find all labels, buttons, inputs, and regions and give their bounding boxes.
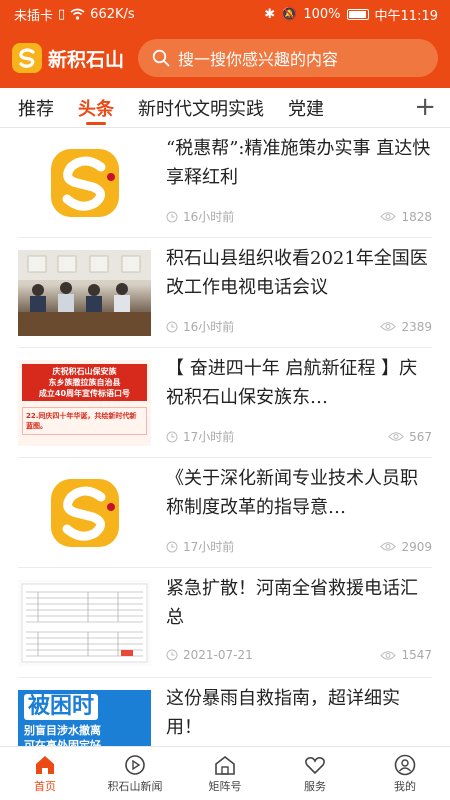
nav-profile[interactable]: 我的	[360, 747, 450, 800]
news-item[interactable]: 庆祝积石山保安族 东乡族撒拉族自治县 成立40周年宣传标语口号 22.同庆四十年…	[18, 348, 432, 458]
view-count: 2389	[401, 319, 432, 334]
eye-icon	[388, 432, 404, 441]
search-icon	[152, 49, 170, 67]
clock-icon	[166, 431, 178, 442]
eye-icon	[380, 650, 397, 660]
publish-time: 16小时前	[183, 210, 235, 224]
meeting-photo	[18, 250, 151, 336]
view-count: 2909	[401, 539, 432, 554]
clock-icon	[166, 211, 178, 222]
publish-time: 17小时前	[183, 430, 235, 444]
news-item[interactable]: 《关于深化新闻专业技术人员职称制度改革的指导意… 17小时前 2909	[18, 458, 432, 568]
eye-icon	[380, 542, 397, 551]
eye-icon	[380, 322, 397, 331]
nav-services[interactable]: 服务	[270, 747, 360, 800]
app-name: 新积石山	[48, 48, 125, 71]
news-title: 积石山县组织收看2021年全国医改工作电视电话会议	[166, 248, 428, 298]
network-speed: 662K/s	[90, 6, 135, 22]
matrix-icon	[215, 755, 235, 775]
clock: 中午11:19	[374, 8, 438, 24]
app-logo-image	[50, 149, 119, 217]
tab-party-building[interactable]: 党建	[288, 88, 324, 128]
view-count: 567	[409, 429, 432, 444]
clock-icon	[166, 649, 178, 661]
news-item[interactable]: 积石山县组织收看2021年全国医改工作电视电话会议 16小时前 2389	[18, 238, 432, 348]
user-icon	[394, 754, 416, 775]
news-item[interactable]: 紧急扩散！河南全省救援电话汇总 2021-07-21 1547	[18, 568, 432, 678]
search-placeholder: 搜一搜你感兴趣的内容	[178, 50, 339, 69]
app-header: 新积石山 搜一搜你感兴趣的内容	[0, 28, 450, 88]
news-thumbnail	[18, 250, 151, 336]
publish-time: 2021-07-21	[183, 648, 253, 662]
heart-icon	[305, 756, 325, 774]
logo-icon	[12, 43, 42, 73]
banner-line-1: 庆祝积石山保安族	[52, 367, 117, 376]
category-tabs: 推荐 头条 新时代文明实践 党建 +	[0, 88, 450, 128]
news-thumbnail	[18, 470, 151, 556]
news-title: “税惠帮”:精准施策办实事 直达快享释红利	[166, 138, 431, 188]
mute-icon: 🔕	[281, 6, 298, 22]
add-tab-icon[interactable]: +	[414, 94, 436, 120]
news-title: 这份暴雨自救指南，超详细实用！	[166, 688, 400, 738]
nav-label: 首页	[34, 779, 56, 793]
thumb-line-3: 可在高处固定好	[24, 739, 101, 746]
news-thumbnail: 被困时 别盲目涉水撤离 可在高处固定好	[18, 690, 151, 746]
document-table-image	[21, 583, 148, 663]
news-thumbnail	[18, 140, 151, 226]
nav-label: 积石山新闻	[107, 779, 163, 793]
battery-icon	[346, 8, 369, 20]
home-icon	[36, 755, 54, 774]
news-title: 《关于深化新闻专业技术人员职称制度改革的指导意…	[166, 468, 418, 518]
sim-status: 未插卡	[14, 8, 54, 24]
search-bar[interactable]: 搜一搜你感兴趣的内容	[138, 39, 438, 77]
nav-label: 我的	[394, 779, 416, 793]
clock-icon	[166, 541, 178, 552]
app-logo-image	[50, 479, 119, 547]
news-thumbnail: 庆祝积石山保安族 东乡族撒拉族自治县 成立40周年宣传标语口号 22.同庆四十年…	[18, 360, 151, 446]
view-count: 1547	[401, 648, 432, 662]
banner-line-3: 成立40周年宣传标语口号	[38, 389, 131, 398]
news-item[interactable]: “税惠帮”:精准施策办实事 直达快享释红利 16小时前 1828	[18, 128, 432, 238]
eye-icon	[380, 212, 397, 221]
news-feed: “税惠帮”:精准施策办实事 直达快享释红利 16小时前 1828 积石山县组织收…	[0, 128, 450, 746]
nav-label: 服务	[304, 779, 326, 793]
tab-civilization-practice[interactable]: 新时代文明实践	[138, 88, 264, 128]
nav-home[interactable]: 首页	[0, 747, 90, 800]
news-item[interactable]: 被困时 别盲目涉水撤离 可在高处固定好 这份暴雨自救指南，超详细实用！	[18, 678, 432, 746]
battery-percent: 100%	[303, 6, 341, 22]
banner-line-2: 东乡族撒拉族自治县	[48, 378, 121, 387]
publish-time: 17小时前	[183, 540, 235, 554]
thumb-line-2: 别盲目涉水撤离	[24, 724, 101, 737]
play-icon	[125, 754, 145, 775]
news-thumbnail	[18, 580, 151, 666]
publish-time: 16小时前	[183, 320, 235, 334]
bluetooth-icon: ✱	[264, 6, 276, 22]
bottom-navigation: 首页 积石山新闻 矩阵号 服务 我的	[0, 746, 450, 800]
nav-label: 矩阵号	[208, 779, 242, 793]
app-logo[interactable]: 新积石山	[12, 43, 124, 73]
view-count: 1828	[401, 209, 432, 224]
nav-matrix[interactable]: 矩阵号	[180, 747, 270, 800]
thumb-headline: 被困时	[24, 694, 99, 720]
nav-jishishan-news[interactable]: 积石山新闻	[90, 747, 180, 800]
news-title: 紧急扩散！河南全省救援电话汇总	[166, 578, 418, 628]
news-title: 【 奋进四十年 启航新征程 】庆祝积石山保安族东…	[166, 358, 418, 408]
tab-recommend[interactable]: 推荐	[18, 88, 54, 128]
status-bar: 未插卡 ▯ 662K/s ✱ 🔕 100% 中午11:19	[0, 0, 450, 28]
wifi-icon	[70, 8, 85, 20]
clock-icon	[166, 321, 178, 332]
tab-headlines[interactable]: 头条	[78, 88, 114, 128]
sim-icon: ▯	[58, 6, 66, 22]
banner-slogan: 22.同庆四十年华诞，共绘新时代新蓝图。	[22, 407, 147, 435]
